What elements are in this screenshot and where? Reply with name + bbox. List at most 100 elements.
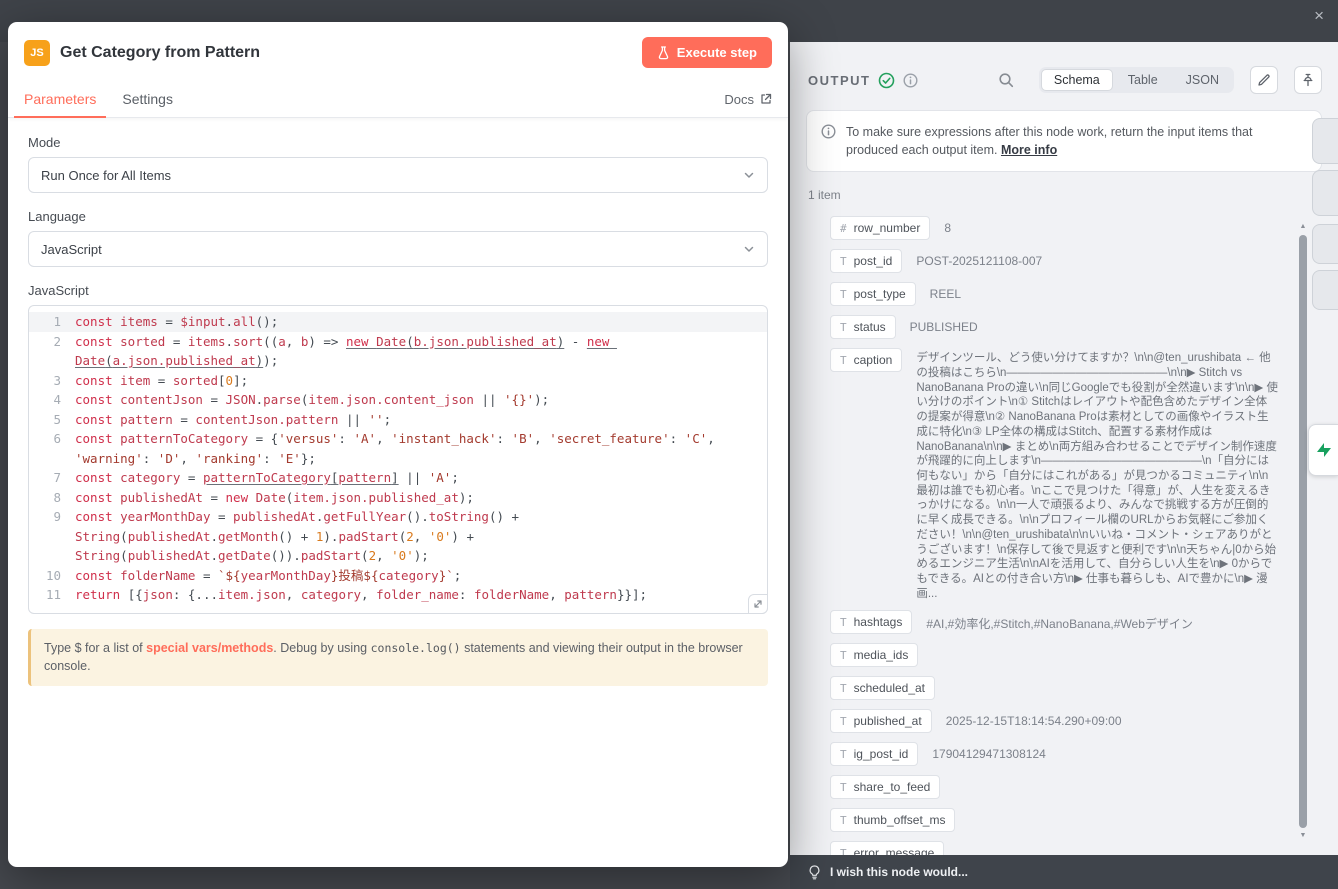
feedback-link[interactable]: I wish this node would... — [830, 865, 968, 879]
search-icon[interactable] — [998, 72, 1015, 89]
node-icon-card[interactable] — [1308, 424, 1338, 476]
schema-key-pill[interactable]: Tpublished_at — [830, 709, 932, 733]
output-hint-banner: To make sure expressions after this node… — [806, 110, 1322, 172]
pin-data-button[interactable] — [1294, 66, 1322, 94]
line-number: 6 — [29, 429, 75, 468]
code-line[interactable]: 1const items = $input.all(); — [29, 312, 767, 332]
schema-key-pill[interactable]: Thashtags — [830, 610, 912, 634]
modal-header: JS Get Category from Pattern Execute ste… — [8, 22, 788, 68]
string-type-icon: T — [840, 354, 847, 367]
mode-label: Mode — [28, 135, 768, 150]
feedback-bar: I wish this node would... — [790, 855, 1338, 889]
modal-tabs: Parameters Settings Docs — [8, 81, 788, 118]
scrollbar-thumb[interactable] — [1299, 235, 1307, 828]
code-line[interactable]: 10const folderName = `${yearMonthDay}投稿$… — [29, 566, 767, 586]
schema-row-hashtags: Thashtags #AI,#効率化,#Stitch,#NanoBanana,#W… — [830, 610, 1278, 634]
output-scrollbar[interactable]: ▲ ▼ — [1298, 222, 1308, 841]
app-root: × OUTPUT SchemaTableJSON — [0, 0, 1338, 889]
line-number: 5 — [29, 410, 75, 430]
info-icon[interactable] — [903, 73, 918, 88]
edge-card[interactable] — [1312, 118, 1338, 164]
special-vars-link[interactable]: special vars/methods — [146, 641, 273, 655]
schema-key-pill[interactable]: Terror_message — [830, 841, 944, 855]
code-line[interactable]: 4const contentJson = JSON.parse(item.jso… — [29, 390, 767, 410]
execute-step-button[interactable]: Execute step — [642, 37, 772, 68]
schema-row-thumb_offset_ms: Tthumb_offset_ms — [830, 808, 1278, 832]
code-line[interactable]: 7const category = patternToCategory[patt… — [29, 468, 767, 488]
schema-key-pill[interactable]: Tstatus — [830, 315, 896, 339]
edit-output-button[interactable] — [1250, 66, 1278, 94]
chevron-down-icon — [743, 243, 755, 255]
green-node-icon — [1315, 441, 1333, 459]
code-line[interactable]: 2const sorted = items.sort((a, b) => new… — [29, 332, 767, 371]
code-line[interactable]: 8const publishedAt = new Date(item.json.… — [29, 488, 767, 508]
schema-key-pill[interactable]: Tig_post_id — [830, 742, 918, 766]
schema-key-pill[interactable]: Tmedia_ids — [830, 643, 918, 667]
output-header: OUTPUT SchemaTableJSON — [790, 42, 1338, 110]
schema-view: #row_number8Tpost_idPOST-2025121108-007T… — [790, 212, 1338, 855]
schema-key: post_id — [854, 254, 893, 268]
lightbulb-icon — [808, 865, 821, 880]
tab-parameters[interactable]: Parameters — [24, 81, 96, 117]
edge-card[interactable] — [1312, 270, 1338, 310]
line-number: 10 — [29, 566, 75, 586]
edge-card[interactable] — [1312, 170, 1338, 216]
line-number: 2 — [29, 332, 75, 371]
line-number: 8 — [29, 488, 75, 508]
output-tab-table[interactable]: Table — [1115, 69, 1171, 91]
output-tab-schema[interactable]: Schema — [1041, 69, 1113, 91]
schema-key: status — [854, 320, 886, 334]
schema-key-pill[interactable]: #row_number — [830, 216, 930, 240]
schema-row-share_to_feed: Tshare_to_feed — [830, 775, 1278, 799]
string-type-icon: T — [840, 814, 847, 827]
parameters-form: Mode Run Once for All Items Language Jav… — [8, 118, 788, 686]
string-type-icon: T — [840, 616, 847, 629]
schema-row-published_at: Tpublished_at2025-12-15T18:14:54.290+09:… — [830, 709, 1278, 733]
docs-link[interactable]: Docs — [724, 92, 772, 107]
mode-select[interactable]: Run Once for All Items — [28, 157, 768, 193]
code-line[interactable]: 3const item = sorted[0]; — [29, 371, 767, 391]
code-editor[interactable]: 1const items = $input.all();2const sorte… — [28, 305, 768, 614]
close-icon[interactable]: × — [1314, 6, 1324, 26]
schema-key: thumb_offset_ms — [854, 813, 946, 827]
output-panel: OUTPUT SchemaTableJSON To make s — [790, 42, 1338, 889]
schema-value: PUBLISHED — [910, 315, 978, 334]
schema-value: #AI,#効率化,#Stitch,#NanoBanana,#Webデザイン — [926, 610, 1193, 632]
scroll-down-icon[interactable]: ▼ — [1300, 831, 1307, 841]
schema-key: hashtags — [854, 615, 903, 629]
schema-key-pill[interactable]: Tshare_to_feed — [830, 775, 940, 799]
schema-key-pill[interactable]: Tpost_id — [830, 249, 902, 273]
schema-row-caption: Tcaption デザインツール、どう使い分けてますか？\n\n@ten_urus… — [830, 348, 1278, 601]
code-line[interactable]: 9const yearMonthDay = publishedAt.getFul… — [29, 507, 767, 566]
number-type-icon: # — [840, 222, 847, 235]
schema-key: media_ids — [854, 648, 909, 662]
scroll-up-icon[interactable]: ▲ — [1300, 222, 1307, 232]
line-number: 4 — [29, 390, 75, 410]
schema-row-error_message: Terror_message — [830, 841, 1278, 855]
schema-value: デザインツール、どう使い分けてますか？\n\n@ten_urushibata ←… — [916, 348, 1278, 601]
editor-hint: Type $ for a list of special vars/method… — [28, 629, 768, 687]
code-line[interactable]: 5const pattern = contentJson.pattern || … — [29, 410, 767, 430]
schema-key-pill[interactable]: Tscheduled_at — [830, 676, 935, 700]
node-editor-modal: JS Get Category from Pattern Execute ste… — [8, 22, 788, 867]
more-info-link[interactable]: More info — [1001, 143, 1057, 157]
output-tab-json[interactable]: JSON — [1173, 69, 1232, 91]
node-title[interactable]: Get Category from Pattern — [60, 44, 260, 62]
schema-key-pill[interactable]: Tcaption — [830, 348, 902, 372]
schema-row-post_type: Tpost_typeREEL — [830, 282, 1278, 306]
chevron-down-icon — [743, 169, 755, 181]
line-number: 9 — [29, 507, 75, 566]
edge-card[interactable] — [1312, 224, 1338, 264]
resize-handle-icon[interactable] — [748, 594, 768, 614]
string-type-icon: T — [840, 682, 847, 695]
code-line[interactable]: 11return [{json: {...item.json, category… — [29, 585, 767, 605]
line-number: 7 — [29, 468, 75, 488]
schema-key-pill[interactable]: Tpost_type — [830, 282, 916, 306]
tab-settings[interactable]: Settings — [122, 81, 173, 117]
schema-value: 8 — [944, 216, 951, 235]
schema-row-media_ids: Tmedia_ids — [830, 643, 1278, 667]
schema-key-pill[interactable]: Tthumb_offset_ms — [830, 808, 955, 832]
schema-key: ig_post_id — [854, 747, 909, 761]
language-select[interactable]: JavaScript — [28, 231, 768, 267]
code-line[interactable]: 6const patternToCategory = {'versus': 'A… — [29, 429, 767, 468]
